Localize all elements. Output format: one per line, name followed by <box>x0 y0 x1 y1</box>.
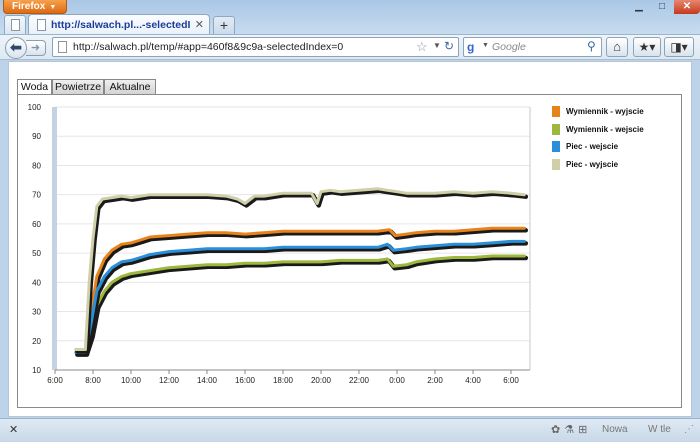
x-tick-label: 18:00 <box>273 376 294 385</box>
x-tick-label: 14:00 <box>197 376 218 385</box>
chevron-down-icon: ▼ <box>49 4 57 11</box>
x-tick-label: 2:00 <box>427 376 443 385</box>
temperature-chart: 10 20 30 40 50 60 70 80 90 100 6:00 8:00 10:00 12:00 1… <box>28 103 531 385</box>
x-tick-label: 8:00 <box>85 376 101 385</box>
addon-icons: ✿ ⚗ ⊞ <box>551 423 591 436</box>
status-nowa[interactable]: Nowa <box>602 424 628 435</box>
x-tick-label: 10:00 <box>121 376 142 385</box>
y-tick-label: 40 <box>32 278 41 287</box>
addon-icon[interactable]: ✿ <box>551 424 560 436</box>
y-axis-band <box>52 107 57 370</box>
legend-label: Piec - wejscie <box>566 142 619 151</box>
pinned-tab[interactable] <box>4 15 26 35</box>
x-tick-label: 20:00 <box>311 376 332 385</box>
x-tick-label: 22:00 <box>349 376 370 385</box>
tab-title: http://salwach.pl...-selectedIndex=0 <box>51 19 191 31</box>
close-statusbar-icon[interactable]: ✕ <box>9 423 18 436</box>
y-tick-label: 100 <box>28 103 42 112</box>
x-tick-label: 6:00 <box>47 376 63 385</box>
navigation-bar: ➜ ⬅ http://salwach.pl/temp/#app=460f8&9c… <box>0 34 700 60</box>
back-button[interactable]: ⬅ <box>5 37 27 59</box>
minimize-button[interactable]: ▁ <box>628 0 650 14</box>
title-bar: Firefox ▼ ▁ □ ✕ http://salwach.pl...-sele… <box>0 0 700 35</box>
url-history-dropdown-icon[interactable]: ▼ <box>433 41 441 50</box>
browser-tab-active[interactable]: http://salwach.pl...-selectedIndex=0 ✕ <box>28 14 210 35</box>
close-window-button[interactable]: ✕ <box>674 0 700 14</box>
series-line <box>74 254 526 354</box>
search-icon[interactable]: ⚲ <box>587 39 596 53</box>
y-tick-label: 30 <box>32 308 41 317</box>
flask-icon[interactable]: ⚗ <box>564 424 574 436</box>
series-line <box>74 187 526 351</box>
status-bar: ✕ ✿ ⚗ ⊞ Nowa W tle ⋰ <box>0 418 700 442</box>
tab-label: Powietrze <box>54 81 102 93</box>
tab-aktualne[interactable]: Aktualne <box>104 79 156 95</box>
search-engine-dropdown-icon[interactable]: ▼ <box>482 42 489 49</box>
bookmarks-button[interactable]: ★▾ <box>633 37 661 57</box>
firefox-menu-button[interactable]: Firefox ▼ <box>3 0 67 14</box>
x-tick-label: 6:00 <box>503 376 519 385</box>
search-bar[interactable]: g ▼ Google ⚲ <box>463 37 602 57</box>
legend-swatch <box>552 159 560 170</box>
newtab-icon[interactable]: ⊞ <box>578 424 587 436</box>
bookmark-star-icon[interactable]: ☆ <box>416 39 428 55</box>
close-tab-icon[interactable]: ✕ <box>195 18 204 31</box>
page-icon <box>11 19 20 31</box>
home-button[interactable]: ⌂ <box>606 37 628 57</box>
url-bar[interactable]: http://salwach.pl/temp/#app=460f8&9c9a-s… <box>52 37 459 57</box>
google-engine-icon[interactable]: g <box>467 40 481 54</box>
resize-grip-icon[interactable]: ⋰ <box>684 424 694 435</box>
legend-label: Wymiennik - wejscie <box>566 125 644 134</box>
x-tick-label: 4:00 <box>465 376 481 385</box>
x-tick-label: 12:00 <box>159 376 180 385</box>
forward-button[interactable]: ➜ <box>26 40 46 56</box>
legend-label: Piec - wyjscie <box>566 160 619 169</box>
legend-swatch <box>552 141 560 152</box>
menu-button[interactable]: ◨▾ <box>664 37 694 57</box>
y-tick-label: 70 <box>32 191 41 200</box>
legend-label: Wymiennik - wyjscie <box>566 107 644 116</box>
tab-label: Aktualne <box>109 81 151 93</box>
y-tick-label: 60 <box>32 220 41 229</box>
reload-icon[interactable]: ↻ <box>444 39 454 53</box>
status-w-tle[interactable]: W tle <box>648 424 671 435</box>
firefox-button-label: Firefox <box>12 1 46 12</box>
y-tick-label: 10 <box>32 366 41 375</box>
legend-swatch <box>552 124 560 135</box>
site-identity-icon[interactable] <box>58 41 67 53</box>
tab-label: Woda <box>20 81 49 93</box>
url-text[interactable]: http://salwach.pl/temp/#app=460f8&9c9a-s… <box>73 41 343 53</box>
tab-powietrze[interactable]: Powietrze <box>52 79 104 95</box>
legend-swatch <box>552 106 560 117</box>
y-tick-label: 90 <box>32 132 41 141</box>
new-tab-button[interactable]: + <box>213 16 235 34</box>
search-placeholder[interactable]: Google <box>492 41 526 53</box>
x-tick-label: 0:00 <box>389 376 405 385</box>
y-tick-label: 80 <box>32 161 41 170</box>
back-forward-group: ➜ ⬅ <box>5 37 47 59</box>
maximize-button[interactable]: □ <box>651 0 673 14</box>
page-icon <box>37 19 46 31</box>
x-tick-label: 16:00 <box>235 376 256 385</box>
y-tick-label: 20 <box>32 337 41 346</box>
y-tick-label: 50 <box>32 249 41 258</box>
